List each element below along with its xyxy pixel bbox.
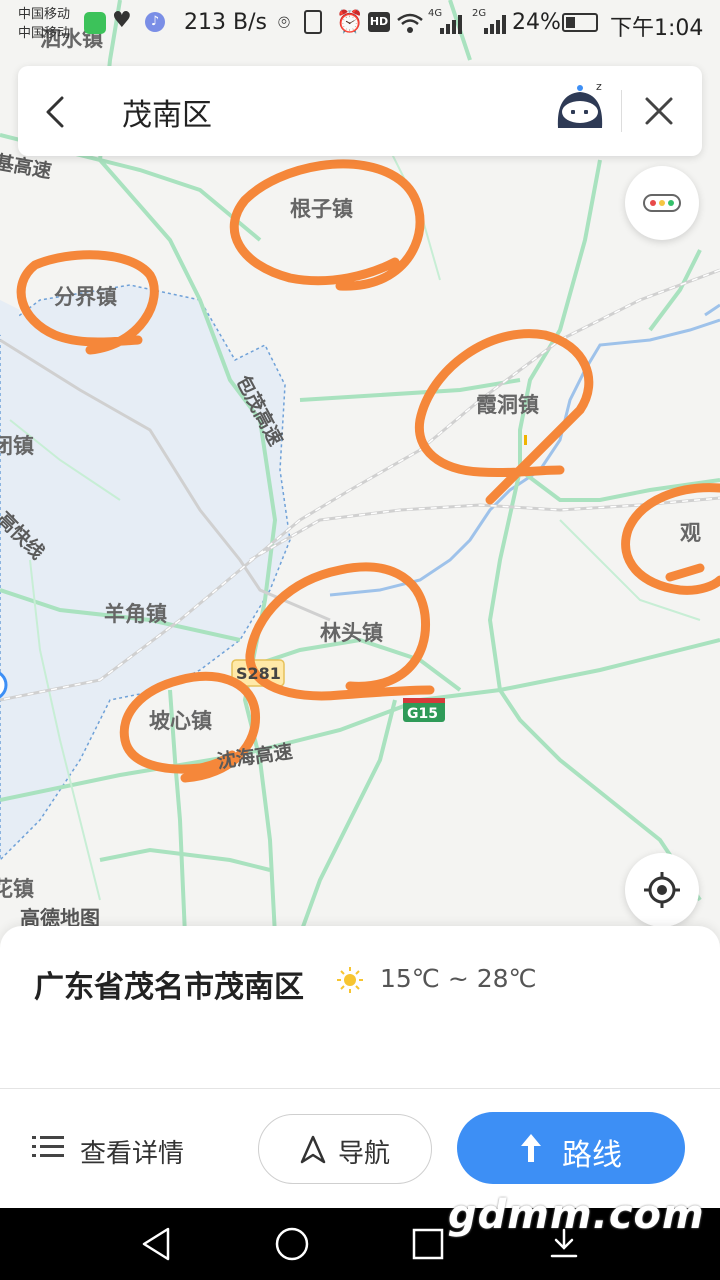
town-label-lintou[interactable]: 林头镇 xyxy=(320,621,383,645)
alarm-icon: ⏰ xyxy=(336,10,364,35)
sheet-divider xyxy=(0,1088,720,1089)
location-icon: ⌾ xyxy=(278,10,290,34)
sunny-icon xyxy=(337,967,363,993)
signal-1-icon xyxy=(440,15,462,34)
town-label-left-hua[interactable]: 花镇 xyxy=(0,877,34,901)
nav-home-icon[interactable] xyxy=(274,1226,310,1262)
navigate-arrow-icon xyxy=(300,1135,326,1164)
carrier-1: 中国移动 xyxy=(18,7,71,22)
nav-recents-icon[interactable] xyxy=(412,1228,444,1260)
road-label-s281: S281 xyxy=(236,664,281,683)
route-arrow-icon xyxy=(521,1134,541,1162)
nav-back-icon[interactable] xyxy=(138,1226,174,1262)
town-label-left-tang[interactable]: 闭镇 xyxy=(0,434,34,458)
status-bar: 中国移动 中国移动 ♥ ♪ 213 B/s ⌾ ⏰ HD 4G 2G 24% 下… xyxy=(0,0,720,50)
locate-me-button[interactable] xyxy=(625,853,699,927)
vibrate-icon xyxy=(304,10,322,34)
security-shield-icon xyxy=(84,12,106,34)
site-watermark: gdmm.com xyxy=(448,1192,705,1238)
town-label-fenjie[interactable]: 分界镇 xyxy=(54,285,117,309)
battery-icon xyxy=(562,13,598,32)
battery-percent: 24% xyxy=(512,10,561,35)
music-icon: ♪ xyxy=(145,12,165,32)
town-label-guan[interactable]: 观 xyxy=(680,521,701,545)
list-icon xyxy=(32,1136,64,1157)
network-speed: 213 B/s xyxy=(184,10,267,35)
wifi-icon xyxy=(397,13,423,33)
town-label-genzi[interactable]: 根子镇 xyxy=(290,197,353,221)
traffic-layer-button[interactable] xyxy=(625,166,699,240)
search-bar[interactable]: 茂南区 z xyxy=(18,66,702,156)
clock: 下午1:04 xyxy=(610,16,704,41)
traffic-layer-icon xyxy=(643,194,681,212)
town-label-poxin[interactable]: 坡心镇 xyxy=(149,709,212,733)
search-divider xyxy=(621,90,622,132)
health-heart-icon: ♥ xyxy=(112,8,132,33)
place-name: 广东省茂名市茂南区 xyxy=(34,970,304,1005)
signal-2-icon xyxy=(484,15,506,34)
hd-icon: HD xyxy=(368,12,390,32)
town-label-yangjiao[interactable]: 羊角镇 xyxy=(104,602,167,626)
search-query[interactable]: 茂南区 xyxy=(122,90,212,134)
town-label-xiadong[interactable]: 霞洞镇 xyxy=(476,393,539,417)
place-info-sheet: 广东省茂名市茂南区 15℃ ~ 28℃ 查看详情 导航 路线 xyxy=(0,926,720,1208)
weather-range: 15℃ ~ 28℃ xyxy=(380,964,537,993)
locate-target-icon xyxy=(644,872,680,908)
voice-assistant-icon[interactable]: z xyxy=(552,80,612,134)
svg-text:z: z xyxy=(596,80,602,93)
route-label[interactable]: 路线 xyxy=(562,1130,622,1174)
details-label[interactable]: 查看详情 xyxy=(80,1133,184,1170)
close-icon[interactable] xyxy=(644,96,674,126)
carrier-2: 中国移动 xyxy=(18,26,71,41)
navigate-label[interactable]: 导航 xyxy=(338,1133,390,1170)
back-arrow-icon[interactable] xyxy=(42,94,72,130)
road-label-g15: G15 xyxy=(407,706,438,722)
